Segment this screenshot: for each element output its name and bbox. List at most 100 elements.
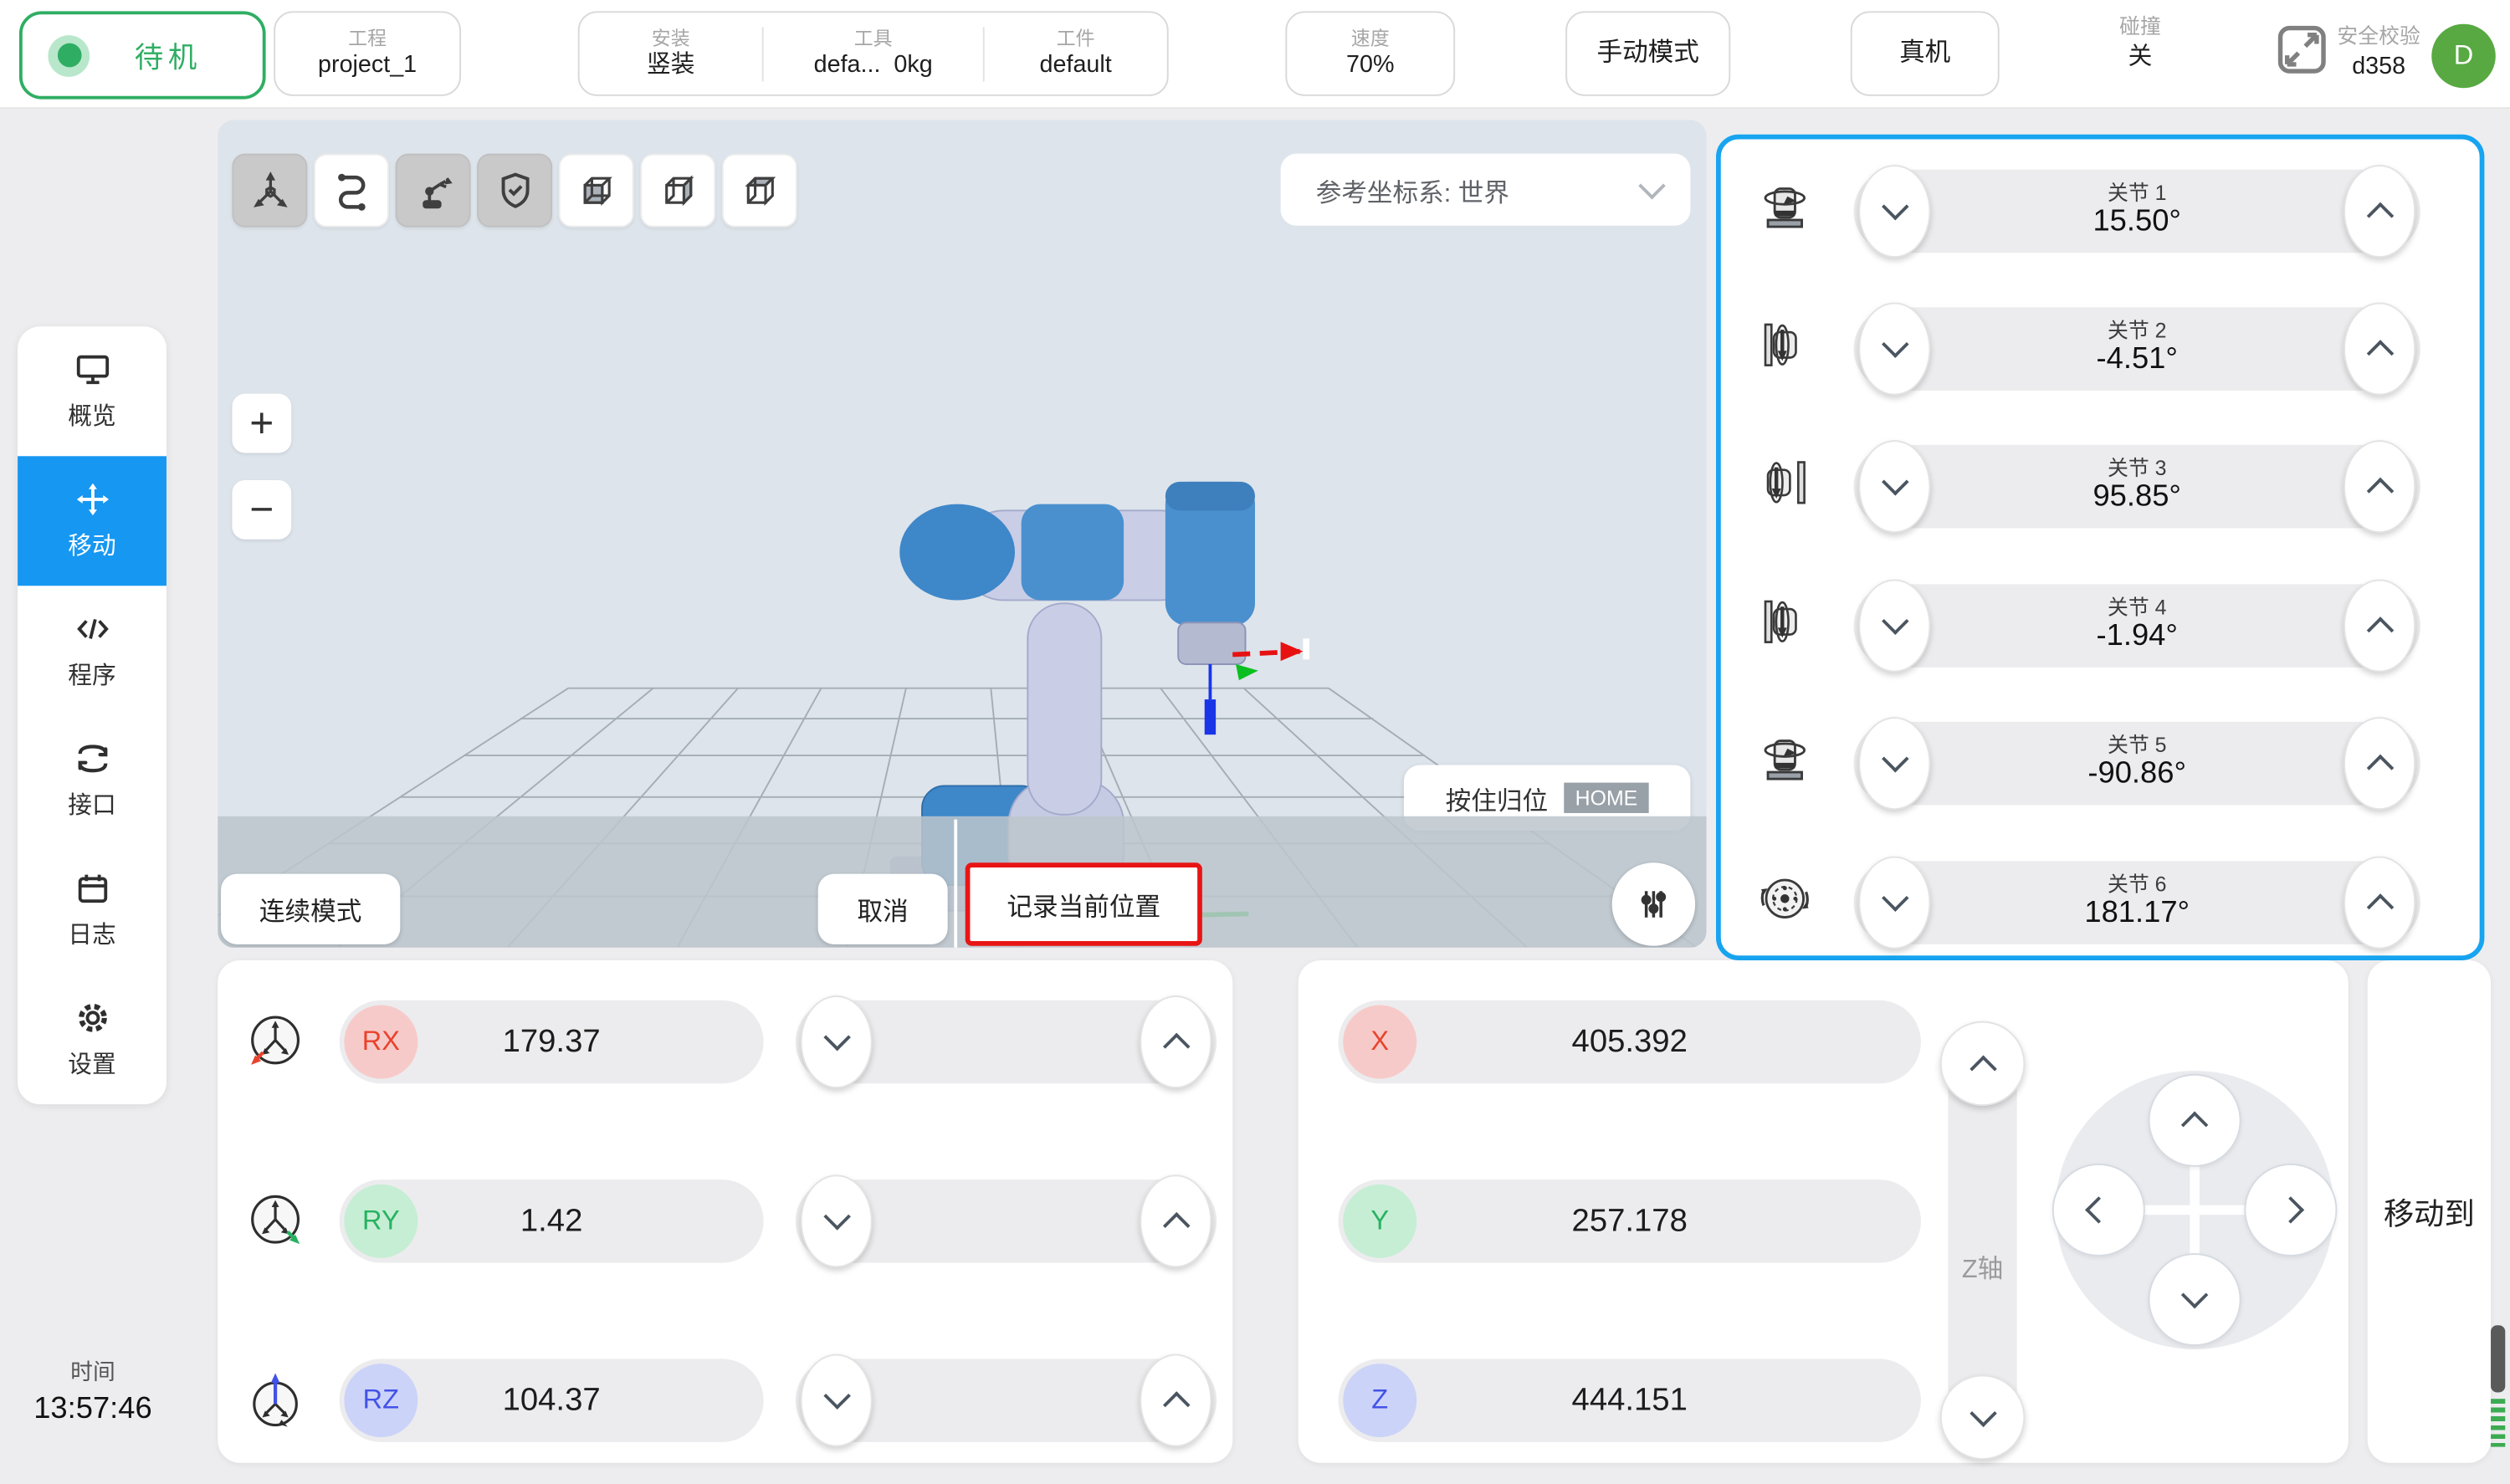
zoom-out-button[interactable]: − (232, 480, 291, 540)
z-axis-down-button[interactable] (1940, 1374, 2025, 1459)
cancel-button[interactable]: 取消 (818, 874, 948, 944)
joint-6-decrease-button[interactable] (1858, 857, 1930, 949)
cube-top-icon (739, 170, 781, 212)
mount-label: 安装 (652, 27, 690, 51)
sidebar-item-move[interactable]: 移动 (18, 456, 166, 586)
sidebar-item-settings[interactable]: 设置 (18, 975, 166, 1104)
joint-6-increase-button[interactable] (2344, 857, 2415, 949)
axes-tool-button[interactable] (232, 154, 307, 228)
joint-1-decrease-button[interactable] (1858, 165, 1930, 258)
dpad-right-button[interactable] (2244, 1164, 2337, 1256)
sidebar-item-log[interactable]: 日志 (18, 845, 166, 975)
speed-box[interactable]: 速度 70% (1285, 11, 1455, 95)
joint-5-control: 关节 5 -90.86° (1854, 722, 2420, 805)
record-position-button[interactable]: 记录当前位置 (966, 862, 1202, 945)
expand-icon (2275, 23, 2329, 85)
rx-increase-button[interactable] (1140, 995, 1211, 1088)
project-box[interactable]: 工程 project_1 (274, 11, 461, 95)
z-axis-up-button[interactable] (1940, 1021, 2025, 1106)
project-label: 工程 (348, 27, 387, 51)
sync-icon (73, 739, 111, 778)
joint-3-increase-button[interactable] (2344, 440, 2415, 533)
z-value: 444.151 (1338, 1359, 1920, 1441)
manual-mode-button[interactable]: 手动模式 (1565, 11, 1730, 95)
mount-tool-workpiece-box[interactable]: 安装 竖装 工具 defa... 0kg 工件 default (578, 11, 1169, 95)
mount-section[interactable]: 安装 竖装 (580, 27, 762, 81)
speed-label: 速度 (1351, 27, 1390, 51)
joint-row-6: 关节 6 181.17° (1721, 861, 2480, 944)
tool-section[interactable]: 工具 defa... 0kg (764, 27, 983, 81)
sidebar-item-program[interactable]: 程序 (18, 586, 166, 715)
sidebar-item-interface[interactable]: 接口 (18, 715, 166, 845)
move-to-button[interactable]: 移动到 (2368, 960, 2491, 1463)
joint-4-decrease-button[interactable] (1858, 580, 1930, 673)
dpad-left-button[interactable] (2052, 1164, 2145, 1256)
dpad-down-button[interactable] (2149, 1253, 2241, 1346)
rz-value-pill: RZ 104.37 (340, 1359, 764, 1441)
joint-1-increase-button[interactable] (2344, 165, 2415, 258)
real-machine-button[interactable]: 真机 (1851, 11, 2000, 95)
status-pill[interactable]: 待机 (19, 11, 266, 99)
code-icon (73, 610, 111, 648)
rz-increase-button[interactable] (1140, 1354, 1211, 1447)
rx-decrease-button[interactable] (801, 995, 873, 1088)
joint-2-decrease-button[interactable] (1858, 303, 1930, 396)
sidebar-item-overview[interactable]: 概览 (18, 326, 166, 456)
joint-label: 关节 3 (2108, 456, 2166, 481)
continuous-mode-button[interactable]: 连续模式 (221, 874, 400, 944)
z-axis-slider[interactable]: Z轴 (1948, 1024, 2016, 1456)
avatar[interactable]: D (2431, 24, 2496, 89)
home-label: 按住归位 (1446, 779, 1548, 817)
zoom-in-button[interactable]: + (232, 394, 291, 453)
joint-label: 关节 1 (2108, 181, 2166, 206)
cube-front-view-button[interactable] (559, 154, 634, 228)
shield-check-icon (494, 170, 535, 212)
rx-step-control (796, 1000, 1217, 1083)
robot-tool-button[interactable] (396, 154, 471, 228)
gear-icon (73, 999, 111, 1037)
sidebar-item-label: 日志 (68, 917, 115, 950)
ry-increase-button[interactable] (1140, 1174, 1211, 1267)
safety-check[interactable]: 安全校验 d358 (2275, 23, 2420, 85)
joint-3-control: 关节 3 95.85° (1854, 445, 2420, 528)
workpiece-section[interactable]: 工件 default (985, 27, 1167, 81)
chevron-down-icon (1881, 468, 1908, 495)
joint-5-decrease-button[interactable] (1858, 717, 1930, 810)
viewport-3d[interactable]: 参考坐标系: 世界 + − 按住归位 HOME 连续模式 取消 记录当前位置 (218, 120, 1706, 947)
rz-step-control (796, 1359, 1217, 1441)
ry-decrease-button[interactable] (801, 1174, 873, 1267)
rotate-x-axis-icon (240, 1006, 310, 1085)
joint-2-increase-button[interactable] (2344, 303, 2415, 396)
joint-panel: 关节 1 15.50° 关节 2 - (1716, 135, 2484, 960)
collision-status[interactable]: 碰撞 关 (2089, 14, 2191, 73)
shield-tool-button[interactable] (477, 154, 552, 228)
chevron-up-icon (1162, 1033, 1189, 1060)
cube-top-view-button[interactable] (722, 154, 797, 228)
scrollbar-thumb[interactable] (2491, 1325, 2505, 1392)
robot-icon (412, 170, 454, 212)
tool-label: 工具 (854, 27, 893, 51)
joint-label: 关节 2 (2108, 318, 2166, 343)
joint-5-increase-button[interactable] (2344, 717, 2415, 810)
chevron-down-icon (1881, 745, 1908, 772)
path-tool-button[interactable] (314, 154, 389, 228)
chevron-up-icon (2366, 755, 2393, 781)
joint-3-decrease-button[interactable] (1858, 440, 1930, 533)
axes-icon (249, 170, 291, 212)
adjust-settings-button[interactable] (1612, 862, 1695, 945)
frame-selector-dropdown[interactable]: 参考坐标系: 世界 (1281, 154, 1691, 226)
cube-side-icon (657, 170, 699, 212)
chevron-up-icon (2366, 617, 2393, 643)
workpiece-value: default (1040, 51, 1112, 81)
rx-row: RX 179.37 (218, 1000, 1232, 1083)
joint-2-control: 关节 2 -4.51° (1854, 307, 2420, 390)
joint-1-rotate-base-icon (1756, 178, 1814, 243)
joint-4-increase-button[interactable] (2344, 580, 2415, 673)
dpad-up-button[interactable] (2149, 1074, 2241, 1167)
chevron-down-icon (1881, 193, 1908, 220)
joint-2-rotate-vertical-icon (1756, 316, 1814, 381)
joint-4-control: 关节 4 -1.94° (1854, 584, 2420, 667)
cube-side-view-button[interactable] (640, 154, 715, 228)
joint-1-control: 关节 1 15.50° (1854, 170, 2420, 253)
rz-decrease-button[interactable] (801, 1354, 873, 1447)
